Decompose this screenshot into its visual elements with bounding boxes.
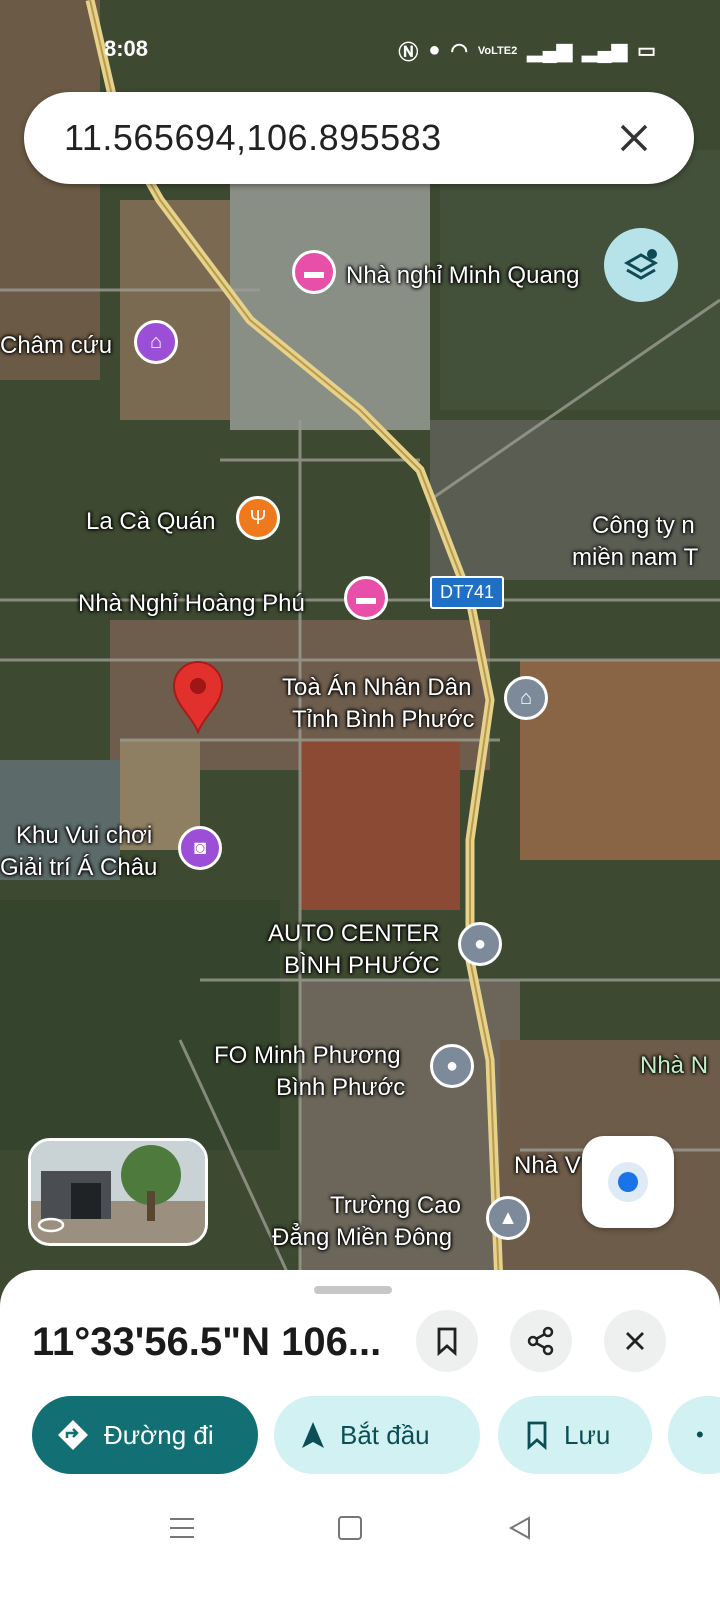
- save-label: Lưu: [564, 1419, 611, 1450]
- poi-label[interactable]: BÌNH PHƯỚC: [284, 950, 440, 982]
- save-bookmark-button[interactable]: [416, 1310, 478, 1372]
- start-label: Bắt đầu: [340, 1419, 430, 1450]
- poi-label[interactable]: Nhà N: [640, 1050, 708, 1082]
- directions-button[interactable]: Đường đi: [32, 1396, 258, 1474]
- directions-icon: [58, 1420, 88, 1450]
- nfc-icon: Ⓝ: [398, 42, 419, 64]
- hotel-icon[interactable]: ▬: [292, 250, 336, 302]
- school-icon[interactable]: ▲: [486, 1196, 530, 1248]
- wifi-icon: ◠: [450, 40, 468, 62]
- poi-label[interactable]: Khu Vui chơi: [16, 820, 152, 852]
- location-icon: ●: [428, 39, 441, 61]
- status-icons: Ⓝ ● ◠ VoLTE2 ▂▄▆ ▂▄▆ ▭: [398, 36, 656, 65]
- poi-label[interactable]: Công ty n: [592, 510, 695, 542]
- more-actions-button[interactable]: •: [668, 1396, 720, 1474]
- battery-icon: ▭: [637, 40, 656, 62]
- place-icon[interactable]: ●: [430, 1044, 474, 1096]
- search-bar[interactable]: 11.565694,106.895583: [24, 92, 694, 184]
- poi-label[interactable]: La Cà Quán: [86, 506, 215, 538]
- poi-label[interactable]: Toà Án Nhân Dân: [282, 672, 471, 704]
- home-icon[interactable]: [330, 1508, 370, 1548]
- share-icon: [527, 1326, 554, 1356]
- poi-label[interactable]: FO Minh Phương: [214, 1040, 401, 1072]
- recents-icon[interactable]: [162, 1508, 202, 1548]
- save-button[interactable]: Lưu: [498, 1396, 652, 1474]
- share-button[interactable]: [510, 1310, 572, 1372]
- poi-label[interactable]: Đẳng Miền Đông: [272, 1222, 452, 1254]
- search-query[interactable]: 11.565694,106.895583: [64, 117, 614, 159]
- back-icon[interactable]: [500, 1508, 540, 1548]
- map-view[interactable]: DT741 ▬ Nhà nghỉ Minh Quang ⌂ Châm cứu Ψ…: [0, 0, 720, 1310]
- status-bar: 8:08 Ⓝ ● ◠ VoLTE2 ▂▄▆ ▂▄▆ ▭: [0, 0, 720, 90]
- close-icon: [626, 1332, 644, 1350]
- street-view-thumbnail[interactable]: [28, 1138, 208, 1246]
- poi-label[interactable]: miền nam T: [572, 542, 698, 574]
- poi-label[interactable]: Nhà nghỉ Minh Quang: [346, 260, 579, 292]
- place-icon[interactable]: ●: [458, 922, 502, 974]
- start-button[interactable]: Bắt đầu: [274, 1396, 480, 1474]
- my-location-icon: [608, 1162, 648, 1202]
- satellite-imagery: [0, 0, 720, 1310]
- signal-icon: ▂▄▆: [582, 40, 628, 62]
- more-icon: •: [696, 1422, 704, 1447]
- poi-label[interactable]: Châm cứu: [0, 330, 112, 362]
- directions-label: Đường đi: [104, 1419, 214, 1450]
- bookmark-icon: [437, 1327, 457, 1356]
- place-title: 11°33'56.5"N 106...: [32, 1320, 382, 1364]
- bookmark-icon: [527, 1421, 547, 1450]
- location-pin-icon[interactable]: [172, 660, 224, 734]
- layers-button[interactable]: [604, 228, 678, 302]
- drag-handle[interactable]: [314, 1286, 392, 1294]
- navigation-arrow-icon: [302, 1422, 324, 1448]
- place-sheet[interactable]: 11°33'56.5"N 106... Đường đi Bắt đầu Lưu…: [0, 1270, 720, 1600]
- action-chips: Đường đi Bắt đầu Lưu •: [0, 1396, 720, 1474]
- signal-icon: ▂▄▆: [527, 40, 573, 62]
- system-nav-bar: [0, 1490, 720, 1570]
- poi-label[interactable]: Tỉnh Bình Phước: [292, 704, 475, 736]
- temple-icon[interactable]: ⌂: [134, 320, 178, 372]
- layers-icon: [623, 249, 659, 280]
- poi-label[interactable]: Nhà Nghỉ Hoàng Phú: [78, 588, 305, 620]
- network-label: VoLTE2: [477, 44, 518, 57]
- street-view-icon: [37, 1217, 65, 1233]
- camera-icon[interactable]: ◙: [178, 826, 222, 878]
- poi-label[interactable]: Bình Phước: [276, 1072, 405, 1104]
- close-sheet-button[interactable]: [604, 1310, 666, 1372]
- hotel-icon[interactable]: ▬: [344, 576, 388, 628]
- poi-label[interactable]: Trường Cao: [330, 1190, 461, 1222]
- poi-label[interactable]: Giải trí Á Châu: [0, 852, 157, 884]
- close-icon[interactable]: [614, 118, 654, 158]
- road-shield: DT741: [430, 576, 505, 609]
- poi-label[interactable]: AUTO CENTER: [268, 918, 440, 950]
- government-icon[interactable]: ⌂: [504, 676, 548, 728]
- status-time: 8:08: [104, 36, 149, 61]
- restaurant-icon[interactable]: Ψ: [236, 496, 280, 548]
- my-location-button[interactable]: [582, 1136, 674, 1228]
